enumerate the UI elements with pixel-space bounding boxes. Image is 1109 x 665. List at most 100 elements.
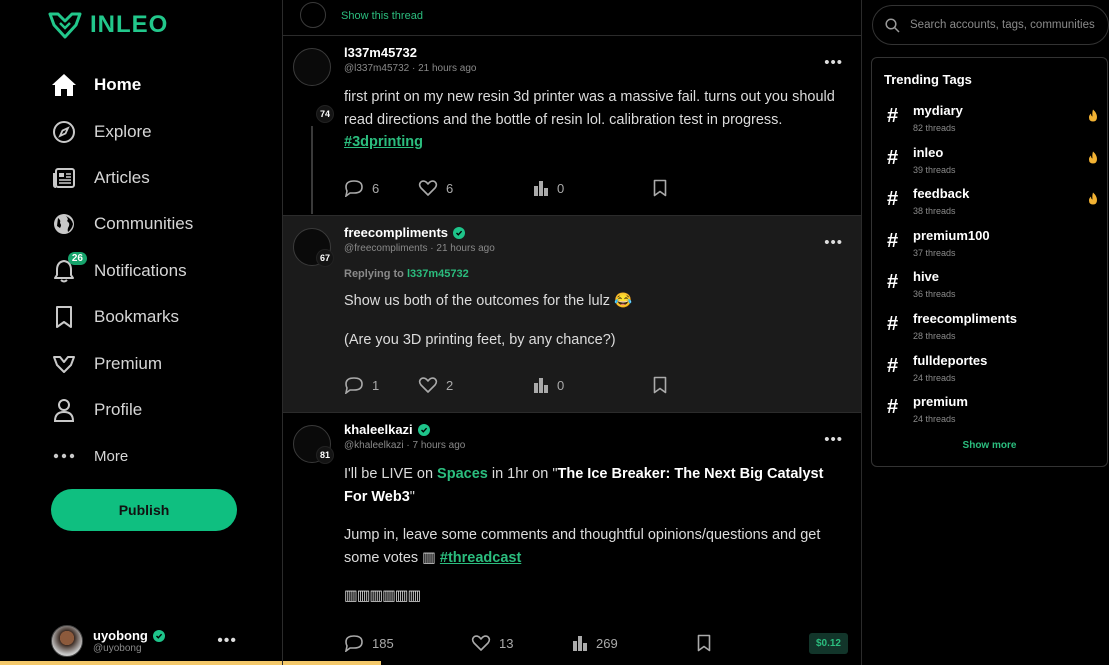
post-handle[interactable]: @freecompliments (344, 243, 428, 254)
post-text: first print on my new resin 3d printer w… (344, 89, 835, 128)
thread-header: Show this thread (283, 0, 861, 36)
like-button[interactable]: 6 (418, 179, 503, 197)
tag-name: freecompliments (913, 310, 1018, 326)
hashtag-link[interactable]: #3dprinting (344, 134, 423, 150)
hashtag-icon: # (887, 354, 899, 377)
verified-icon (417, 423, 430, 436)
comment-button[interactable]: 6 (344, 179, 409, 197)
comment-button[interactable]: 185 (344, 634, 416, 652)
thread-connector (311, 126, 313, 214)
reputation-badge: 67 (316, 249, 334, 267)
tag-count: 82 threads (913, 123, 956, 133)
trending-tag-item[interactable]: # mydiary 82 threads (884, 102, 1098, 144)
trending-tag-item[interactable]: # feedback 38 threads (884, 185, 1098, 227)
post-emoji: ▥ (422, 549, 436, 566)
verified-icon (152, 629, 165, 642)
like-button[interactable]: 13 (471, 634, 556, 652)
hashtag-icon: # (887, 188, 899, 211)
search-input[interactable] (910, 19, 1100, 31)
nav-item-more[interactable]: More (51, 433, 193, 479)
bookmark-button[interactable] (653, 179, 667, 197)
right-sidebar: Trending Tags # mydiary 82 threads # inleo 3… (862, 0, 1109, 665)
nav-item-bookmarks[interactable]: Bookmarks (51, 294, 193, 340)
left-sidebar: INLEO Home Explore Articles Communities (0, 0, 381, 665)
view-count: 0 (557, 377, 565, 393)
nav-label: Home (94, 75, 142, 95)
trending-tag-item[interactable]: # hive 36 threads (884, 268, 1098, 310)
tag-name: fulldeportes (913, 352, 988, 368)
heart-icon (418, 180, 438, 196)
reputation-badge: 81 (316, 446, 334, 464)
nav-item-explore[interactable]: Explore (51, 108, 193, 154)
spaces-link[interactable]: Spaces (437, 466, 488, 482)
newspaper-icon (51, 165, 77, 191)
bar-chart-icon (534, 181, 548, 196)
tag-count: 37 threads (913, 247, 956, 258)
hashtag-link[interactable]: #threadcast (440, 550, 521, 566)
views-button[interactable]: 0 (533, 377, 653, 393)
account-menu-dots-icon[interactable]: ••• (217, 632, 237, 650)
nav-item-home[interactable]: Home (51, 62, 193, 108)
replying-to-link[interactable]: l337m45732 (407, 268, 469, 280)
thread-post[interactable]: 74 l337m45732 @l337m45732 · 21 hours ago… (283, 36, 861, 216)
post-author[interactable]: khaleelkazi (344, 422, 413, 437)
search-bar[interactable] (872, 5, 1109, 45)
post-handle[interactable]: @l337m45732 (344, 63, 409, 74)
nav-item-articles[interactable]: Articles (51, 155, 193, 201)
post-author[interactable]: l337m45732 (344, 45, 417, 60)
post-menu-dots-icon[interactable]: ••• (824, 431, 843, 448)
fire-icon (1088, 151, 1098, 169)
thread-post[interactable]: 67 freecompliments @freecompliments · 21… (283, 216, 861, 413)
post-author[interactable]: freecompliments (344, 225, 448, 240)
tag-count: 24 threads (913, 414, 956, 425)
avatar[interactable] (293, 48, 331, 86)
verified-icon (453, 226, 466, 239)
views-button[interactable]: 0 (533, 180, 653, 196)
post-handle[interactable]: @khaleelkazi (344, 440, 404, 451)
trending-tag-item[interactable]: # premium100 37 threads (884, 227, 1098, 269)
inleo-logo[interactable]: INLEO (48, 11, 168, 39)
bar-chart-icon (534, 378, 548, 393)
show-more-link[interactable]: Show more (872, 440, 1107, 451)
view-count: 269 (596, 635, 618, 651)
post-text: " (409, 488, 415, 505)
nav-item-profile[interactable]: Profile (51, 387, 193, 433)
publish-button[interactable]: Publish (51, 489, 237, 531)
comment-count: 185 (372, 635, 394, 651)
views-button[interactable]: 269 (572, 635, 697, 651)
trending-tag-item[interactable]: # fulldeportes 24 threads (884, 352, 1098, 394)
bookmark-button[interactable] (653, 376, 667, 394)
nav-label: Premium (94, 353, 163, 373)
nav-item-communities[interactable]: Communities (51, 201, 193, 247)
tag-name: hive (913, 269, 940, 285)
current-user-name: uyobong (93, 628, 148, 643)
thread-post[interactable]: 81 khaleelkazi @khaleelkazi · 7 hours ag… (283, 413, 861, 665)
comment-button[interactable]: 1 (344, 376, 409, 394)
main-nav: Home Explore Articles Communities 26 Not… (51, 62, 193, 480)
tag-name: premium (913, 394, 968, 410)
post-text: I'll be LIVE on (344, 466, 438, 482)
comment-count: 1 (372, 377, 380, 393)
trending-tag-item[interactable]: # premium 24 threads (884, 393, 1098, 435)
like-button[interactable]: 2 (418, 376, 503, 394)
comment-icon (344, 180, 363, 197)
tag-count: 28 threads (913, 330, 956, 341)
payout-badge[interactable]: $0.12 (808, 633, 848, 654)
hashtag-icon: # (887, 146, 899, 169)
trending-tag-item[interactable]: # inleo 39 threads (884, 144, 1098, 186)
nav-item-notifications[interactable]: 26 Notifications (51, 248, 193, 294)
bookmark-button[interactable] (697, 634, 711, 652)
like-count: 2 (446, 377, 454, 393)
trending-tag-item[interactable]: # freecompliments 28 threads (884, 310, 1098, 352)
nav-item-premium[interactable]: Premium (51, 340, 193, 386)
like-count: 6 (446, 180, 454, 196)
post-menu-dots-icon[interactable]: ••• (824, 234, 843, 251)
post-time: 21 hours ago (436, 243, 495, 254)
tag-count: 24 threads (913, 372, 956, 383)
bar-chart-icon (573, 636, 587, 651)
current-user-card[interactable]: uyobong @uyobong ••• (51, 622, 241, 660)
hashtag-icon: # (887, 396, 899, 419)
show-thread-link[interactable]: Show this thread (341, 10, 423, 22)
post-time: 21 hours ago (418, 63, 477, 74)
post-menu-dots-icon[interactable]: ••• (824, 54, 843, 71)
